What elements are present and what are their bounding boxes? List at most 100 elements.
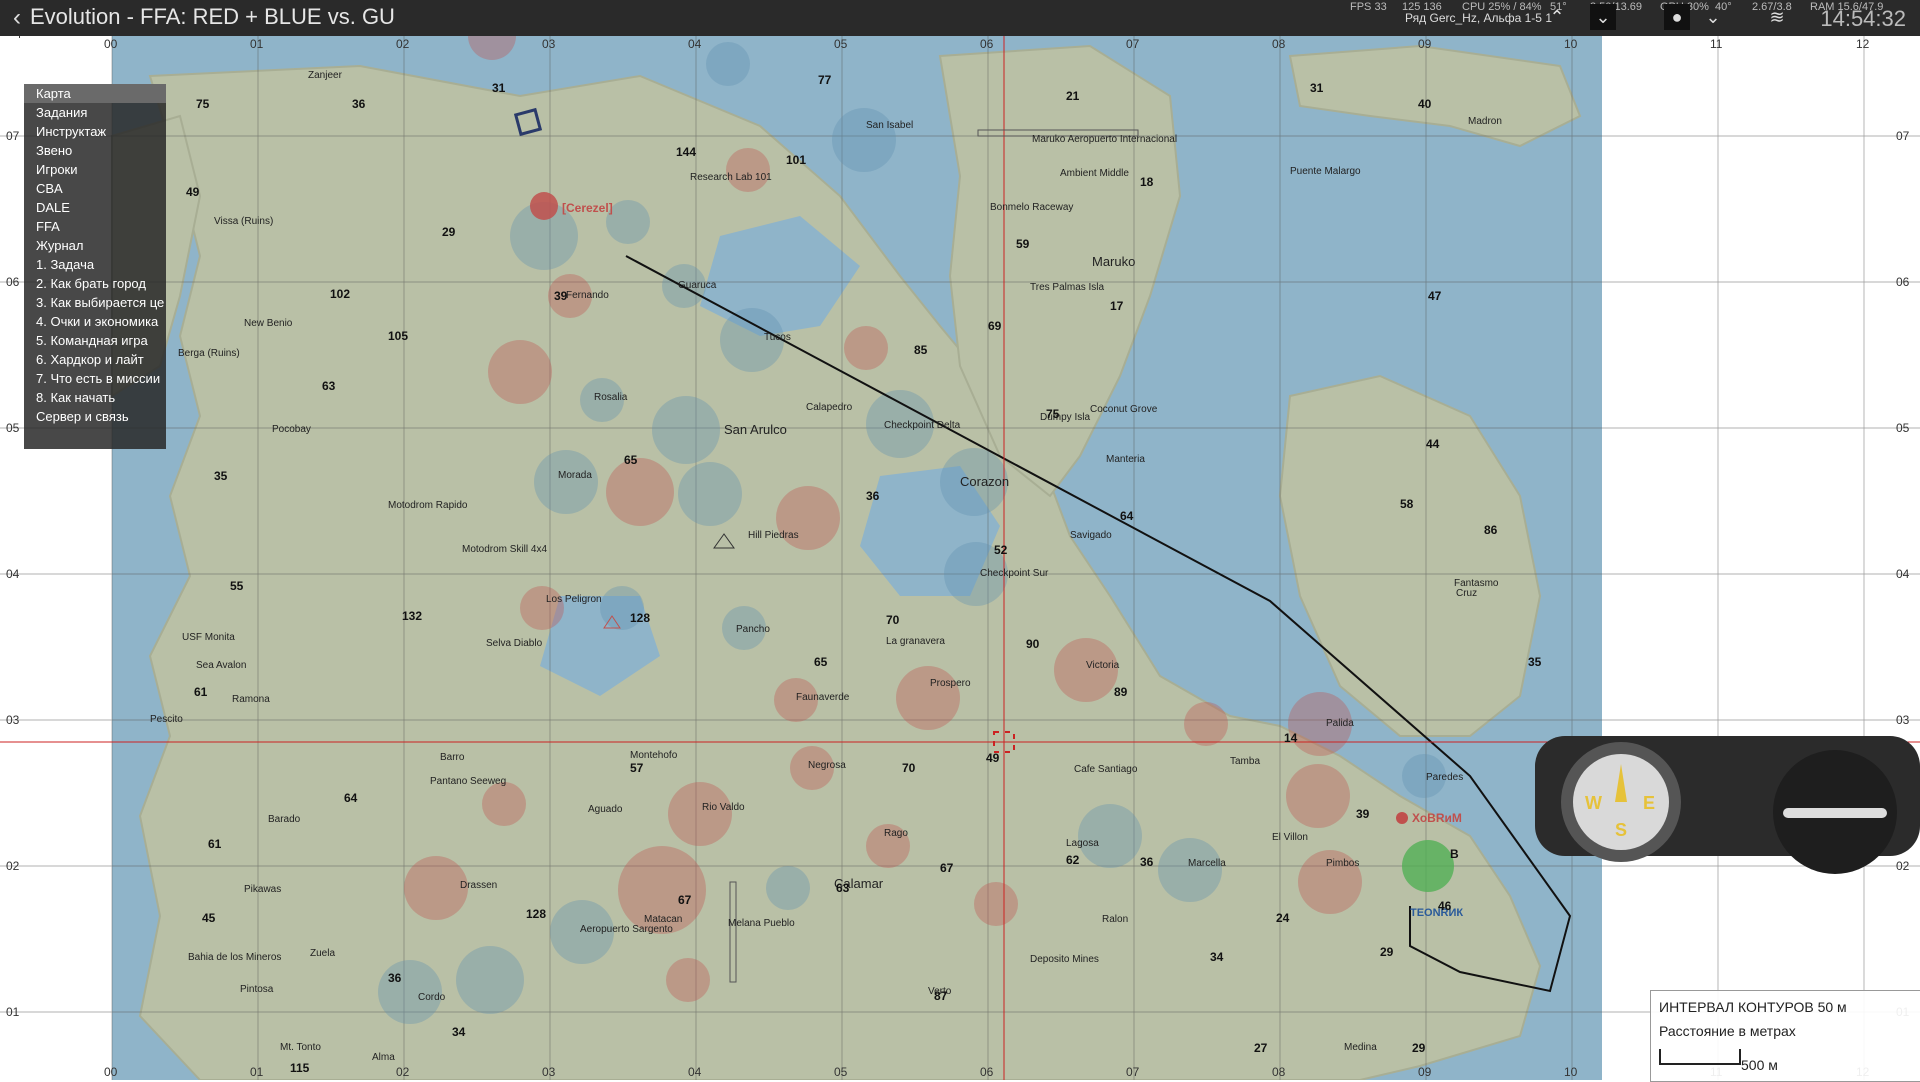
elevation-number: 132 [402, 609, 422, 623]
menu-item[interactable]: Карта [24, 84, 166, 103]
elevation-number: 29 [1380, 945, 1394, 959]
town-label: Coconut Grove [1090, 404, 1158, 415]
grid-label-x: 03 [542, 37, 556, 51]
elevation-number: 49 [986, 751, 1000, 765]
town-label: Motodrom Rapido [388, 500, 468, 511]
elevation-number: 101 [786, 153, 806, 167]
red-zone [666, 958, 710, 1002]
hq-marker-icon[interactable] [530, 192, 558, 220]
elevation-number: 21 [1066, 89, 1080, 103]
town-label: Ambient Middle [1060, 168, 1129, 179]
elevation-number: 128 [630, 611, 650, 625]
town-label: Research Lab 101 [690, 172, 772, 183]
town-label: New Benio [244, 318, 293, 329]
town-label: Sea Avalon [196, 660, 246, 671]
elevation-number: 36 [352, 97, 366, 111]
blue-zone [706, 42, 750, 86]
grid-label-x: 10 [1564, 1065, 1578, 1079]
grid-label-x: 08 [1272, 1065, 1286, 1079]
town-label: Victoria [1086, 660, 1120, 671]
grid-label-y: 07 [1896, 129, 1910, 143]
grid-label-x: 09 [1418, 37, 1432, 51]
elevation-number: 63 [836, 881, 850, 895]
menu-item[interactable]: 1. Задача [24, 255, 166, 274]
menu-item[interactable]: 3. Как выбирается це [24, 293, 166, 312]
menu-item[interactable]: Звено [24, 141, 166, 160]
grid-label-x: 06 [980, 1065, 994, 1079]
menu-item[interactable]: FFA [24, 217, 166, 236]
town-label: Pantano Seeweg [430, 776, 506, 787]
town-label: Fernando [566, 290, 609, 301]
elevation-number: 45 [202, 911, 216, 925]
town-label: Zuela [310, 948, 335, 959]
town-label: Rio Valdo [702, 802, 745, 813]
elevation-number: 85 [914, 343, 928, 357]
compass-east: E [1643, 793, 1655, 813]
objective-red-icon[interactable] [1396, 812, 1408, 824]
elevation-number: 77 [818, 73, 832, 87]
elevation-number: 14 [1284, 731, 1298, 745]
elevation-number: 29 [442, 225, 456, 239]
town-label: Maruko Aeropuerto Internacional [1032, 134, 1177, 145]
elevation-number: 58 [1400, 497, 1414, 511]
elevation-number: 40 [1418, 97, 1432, 111]
grid-label-x: 03 [542, 1065, 556, 1079]
menu-item[interactable]: DALE [24, 198, 166, 217]
town-label: Pimbos [1326, 858, 1359, 869]
compass-widget[interactable]: W E S [1535, 720, 1920, 880]
blue-zone [766, 866, 810, 910]
menu-item[interactable]: 2. Как брать город [24, 274, 166, 293]
layers-icon[interactable]: ≋ [1764, 4, 1790, 30]
dot-icon[interactable]: ● [1664, 4, 1690, 30]
grid-label-x: 00 [104, 37, 118, 51]
elevation-number: 64 [344, 791, 358, 805]
chevron-down-icon-2[interactable]: ⌄ [1700, 4, 1726, 30]
terrain-map[interactable]: 00 00 01 01 02 02 03 03 04 04 05 05 06 06 07 07 08 08 09 09… [0, 36, 1920, 1080]
back-button[interactable]: ‹ [4, 4, 30, 32]
town-label: Tamba [1230, 756, 1260, 767]
town-label: Aeropuerto Sargento [580, 924, 673, 935]
elevation-number: 29 [1412, 1041, 1426, 1055]
red-zone [520, 586, 564, 630]
blue-zone [1158, 838, 1222, 902]
red-zone [488, 340, 552, 404]
grid-label-x: 04 [688, 1065, 702, 1079]
town-label: Ramona [232, 694, 270, 705]
menu-item[interactable]: 8. Как начать [24, 388, 166, 407]
town-label: Vissa (Ruins) [214, 216, 273, 227]
town-label: Alma [372, 1052, 395, 1063]
menu-item[interactable]: 4. Очки и экономика [24, 312, 166, 331]
grid-label-x: 11 [1710, 37, 1723, 51]
town-label: Cruz [1456, 588, 1477, 599]
grid-label-y: 06 [1896, 275, 1910, 289]
town-label: Mt. Tonto [280, 1042, 321, 1053]
town-label: Deposito Mines [1030, 954, 1099, 965]
green-zone [1402, 840, 1454, 892]
elevation-number: 39 [1356, 807, 1370, 821]
town-label: Motodrom Skill 4x4 [462, 544, 547, 555]
town-label: Selva Diablo [486, 638, 543, 649]
town-label: Savigado [1070, 530, 1112, 541]
elevation-number: 36 [866, 489, 880, 503]
grid-label-x: 12 [1856, 37, 1870, 51]
chevron-up-icon[interactable]: ⌃ [1544, 4, 1570, 30]
menu-item[interactable]: Журнал [24, 236, 166, 255]
town-label: Pintosa [240, 984, 274, 995]
blue-zone [534, 450, 598, 514]
map-view[interactable]: 00 00 01 01 02 02 03 03 04 04 05 05 06 06 07 07 08 08 09 09… [0, 36, 1920, 1082]
red-zone [1184, 702, 1228, 746]
menu-item[interactable]: Сервер и связь [24, 407, 166, 426]
menu-item[interactable]: Задания [24, 103, 166, 122]
menu-item[interactable]: 7. Что есть в миссии [24, 369, 166, 388]
town-label: Ralon [1102, 914, 1128, 925]
elevation-number: 90 [1026, 637, 1040, 651]
menu-item[interactable]: Инструктаж [24, 122, 166, 141]
menu-item[interactable]: Игроки [24, 160, 166, 179]
menu-item[interactable]: 5. Командная игра [24, 331, 166, 350]
chevron-down-icon[interactable]: ⌄ [1590, 4, 1616, 30]
town-label: Berga (Ruins) [178, 348, 240, 359]
town-label: El Villon [1272, 832, 1308, 843]
town-label: Calapedro [806, 402, 853, 413]
menu-item[interactable]: CBA [24, 179, 166, 198]
menu-item[interactable]: 6. Хардкор и лайт [24, 350, 166, 369]
